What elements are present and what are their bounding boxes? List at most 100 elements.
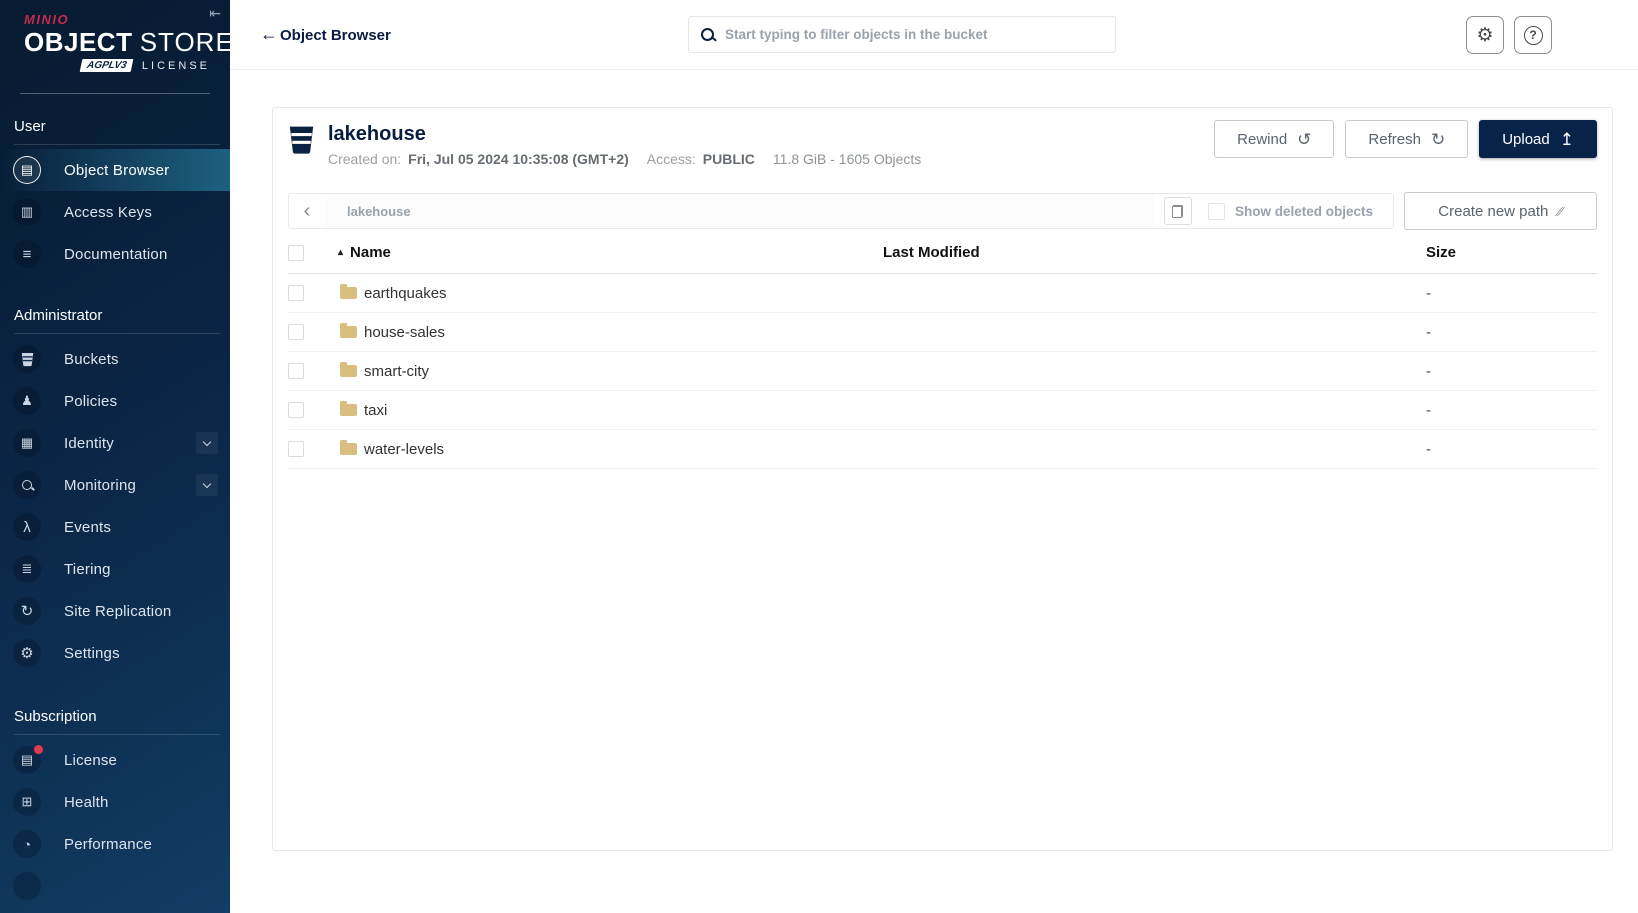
policies-icon: ♟ [13,387,41,415]
current-path: lakehouse [325,194,1154,228]
sidebar-item-policies[interactable]: ♟ Policies [0,380,230,422]
select-all-checkbox[interactable] [288,244,304,261]
section-label-user: User [14,118,46,135]
folder-icon [340,401,357,416]
sidebar-item-monitoring[interactable]: Monitoring [0,464,230,506]
gear-icon: ⚙ [13,639,41,667]
sidebar-item-performance[interactable]: ◔ Performance [0,823,230,865]
copy-path-button[interactable] [1163,197,1192,225]
sidebar-section-user: User ▤ Object Browser ▥ Access Keys ≡ Do… [0,110,230,275]
main-area: ← Object Browser ⚙ ? lakehouse Created o… [230,0,1638,913]
row-checkbox[interactable] [288,285,304,301]
table-row[interactable]: taxi - [288,391,1597,430]
table-header-row: ▴ Name Last Modified Size [288,232,1597,274]
help-button[interactable]: ? [1514,16,1552,54]
content-area: lakehouse Created on: Fri, Jul 05 2024 1… [230,71,1638,913]
folder-icon [340,362,357,377]
sidebar-item-documentation[interactable]: ≡ Documentation [0,233,230,275]
search-box [688,16,1116,53]
bucket-browser-card: lakehouse Created on: Fri, Jul 05 2024 1… [272,107,1613,851]
name-column-header[interactable]: ▴ Name [332,244,877,261]
bucket-stats: 11.8 GiB - 1605 Objects [772,151,922,167]
sidebar-item-object-browser[interactable]: ▤ Object Browser [0,149,230,191]
license-badge-row: AGPLV3 LICENSE [24,59,212,72]
sidebar-item-tiering[interactable]: ≣ Tiering [0,548,230,590]
row-checkbox[interactable] [288,441,304,457]
divider [20,93,210,94]
sort-asc-icon: ▴ [338,247,344,258]
show-deleted-checkbox[interactable] [1207,202,1225,220]
table-row[interactable]: house-sales - [288,313,1597,352]
sidebar-item-partial[interactable] [0,865,230,907]
object-browser-icon: ▤ [13,156,41,184]
top-bar: ← Object Browser ⚙ ? [230,0,1638,70]
table-row[interactable]: water-levels - [288,430,1597,469]
show-deleted-label[interactable]: Show deleted objects [1235,204,1373,219]
table-row[interactable]: earthquakes - [288,274,1597,313]
folder-icon [340,440,357,455]
search-input[interactable] [725,27,1103,42]
layers-icon: ≣ [13,555,41,583]
notification-dot [34,745,43,754]
sidebar-item-identity[interactable]: ▦ Identity [0,422,230,464]
license-word: LICENSE [141,59,210,72]
sidebar: ⇤ MINIO OBJECT STORE AGPLV3 LICENSE User… [0,0,230,913]
row-checkbox[interactable] [288,324,304,340]
access-value: PUBLIC [702,151,755,167]
bucket-header-text: lakehouse Created on: Fri, Jul 05 2024 1… [328,122,921,167]
gauge-icon: ◔ [13,830,41,858]
size-column-header: Size [1426,244,1457,261]
sidebar-item-settings[interactable]: ⚙ Settings [0,632,230,674]
row-size: - [1426,440,1431,458]
chevron-down-icon[interactable] [196,474,218,496]
sidebar-section-subscription: Subscription ▤ License ⊞ Health ◔ Perfor… [0,700,230,907]
sidebar-item-site-replication[interactable]: ↻ Site Replication [0,590,230,632]
section-label-subscription: Subscription [14,708,97,725]
refresh-icon: ↻ [1430,129,1446,149]
rewind-button[interactable]: Rewind ↺ [1214,120,1335,158]
rewind-icon: ↺ [1297,129,1312,149]
search-icon [701,28,714,41]
divider [14,734,220,735]
row-checkbox[interactable] [288,402,304,418]
table-row[interactable]: smart-city - [288,352,1597,391]
created-label: Created on: [328,151,402,167]
help-icon: ? [1523,25,1543,45]
app-logo: MINIO OBJECT STORE AGPLV3 LICENSE [0,0,230,72]
lambda-icon: λ [13,513,41,541]
path-box: ‹ lakehouse Show deleted objects [288,193,1394,229]
gear-icon: ⚙ [1476,24,1494,46]
bucket-actions: Rewind ↺ Refresh ↻ Upload ↥ [1214,120,1597,158]
bucket-icon [289,126,314,154]
row-size: - [1426,362,1431,380]
back-arrow-icon[interactable]: ← [260,24,278,45]
create-new-path-button[interactable]: Create new path ∕∕ [1404,192,1597,230]
upload-icon: ↥ [1559,129,1574,149]
chevron-left-icon[interactable]: ‹ [289,194,325,228]
new-path-icon: ∕∕ [1558,203,1563,219]
bucket-icon [13,345,41,373]
settings-button[interactable]: ⚙ [1466,16,1504,54]
sidebar-item-license[interactable]: ▤ License [0,739,230,781]
folder-icon [340,323,357,338]
sidebar-item-access-keys[interactable]: ▥ Access Keys [0,191,230,233]
folder-icon [340,284,357,299]
upload-button[interactable]: Upload ↥ [1479,120,1597,158]
row-size: - [1426,401,1431,419]
access-keys-icon: ▥ [13,198,41,226]
license-icon: ▤ [13,745,43,774]
replication-icon: ↻ [13,597,41,625]
minio-wordmark: MINIO [24,12,70,27]
collapse-sidebar-icon[interactable]: ⇤ [209,5,221,22]
chevron-down-icon[interactable] [196,432,218,454]
sidebar-item-health[interactable]: ⊞ Health [0,781,230,823]
object-store-wordmark: OBJECT STORE [24,27,230,57]
sidebar-item-buckets[interactable]: Buckets [0,338,230,380]
modified-column-header: Last Modified [883,244,980,261]
sidebar-item-events[interactable]: λ Events [0,506,230,548]
health-icon: ⊞ [13,788,41,816]
refresh-button[interactable]: Refresh ↻ [1345,120,1469,158]
row-checkbox[interactable] [288,363,304,379]
objects-table: ▴ Name Last Modified Size earthquakes - … [288,232,1597,469]
row-size: - [1426,284,1431,302]
